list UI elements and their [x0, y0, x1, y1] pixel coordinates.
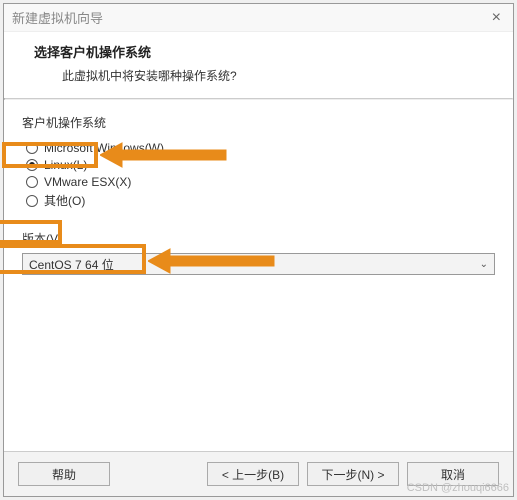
next-button[interactable]: 下一步(N) >: [307, 462, 399, 486]
back-button[interactable]: < 上一步(B): [207, 462, 299, 486]
button-label: 帮助: [52, 466, 76, 483]
os-option-label: Linux(L): [44, 158, 87, 172]
help-button[interactable]: 帮助: [18, 462, 110, 486]
wizard-header: 选择客户机操作系统 此虚拟机中将安装哪种操作系统?: [4, 32, 513, 98]
button-label: 下一步(N) >: [321, 466, 384, 483]
page-subtitle: 此虚拟机中将安装哪种操作系统?: [62, 67, 493, 84]
wizard-window: 新建虚拟机向导 × 选择客户机操作系统 此虚拟机中将安装哪种操作系统? 客户机操…: [3, 3, 514, 497]
os-group-label: 客户机操作系统: [22, 114, 495, 131]
radio-icon: [26, 142, 38, 154]
chevron-down-icon: ⌄: [480, 259, 488, 270]
os-option-esx[interactable]: VMware ESX(X): [26, 175, 495, 189]
page-title: 选择客户机操作系统: [34, 42, 493, 61]
version-label-wrap: 版本(V): [22, 230, 62, 247]
close-icon[interactable]: ×: [488, 9, 505, 27]
button-label: 取消: [441, 466, 465, 483]
content-area: 客户机操作系统 Microsoft Windows(W) Linux(L) VM…: [4, 100, 513, 451]
window-title: 新建虚拟机向导: [12, 8, 103, 27]
radio-icon: [26, 176, 38, 188]
os-option-windows[interactable]: Microsoft Windows(W): [26, 141, 495, 155]
os-option-label: VMware ESX(X): [44, 175, 131, 189]
titlebar: 新建虚拟机向导 ×: [4, 4, 513, 32]
os-option-label: 其他(O): [44, 192, 85, 209]
version-label: 版本(V): [22, 232, 62, 246]
button-label: < 上一步(B): [222, 466, 284, 483]
version-dropdown[interactable]: CentOS 7 64 位 ⌄: [22, 253, 495, 275]
os-option-other[interactable]: 其他(O): [26, 192, 495, 209]
os-option-label: Microsoft Windows(W): [44, 141, 164, 155]
radio-icon: [26, 195, 38, 207]
version-selected: CentOS 7 64 位: [29, 256, 114, 273]
watermark: CSDN @zhouqi6666: [407, 482, 509, 494]
radio-icon: [26, 159, 38, 171]
os-option-linux[interactable]: Linux(L): [26, 158, 495, 172]
os-radio-group: Microsoft Windows(W) Linux(L) VMware ESX…: [26, 141, 495, 209]
